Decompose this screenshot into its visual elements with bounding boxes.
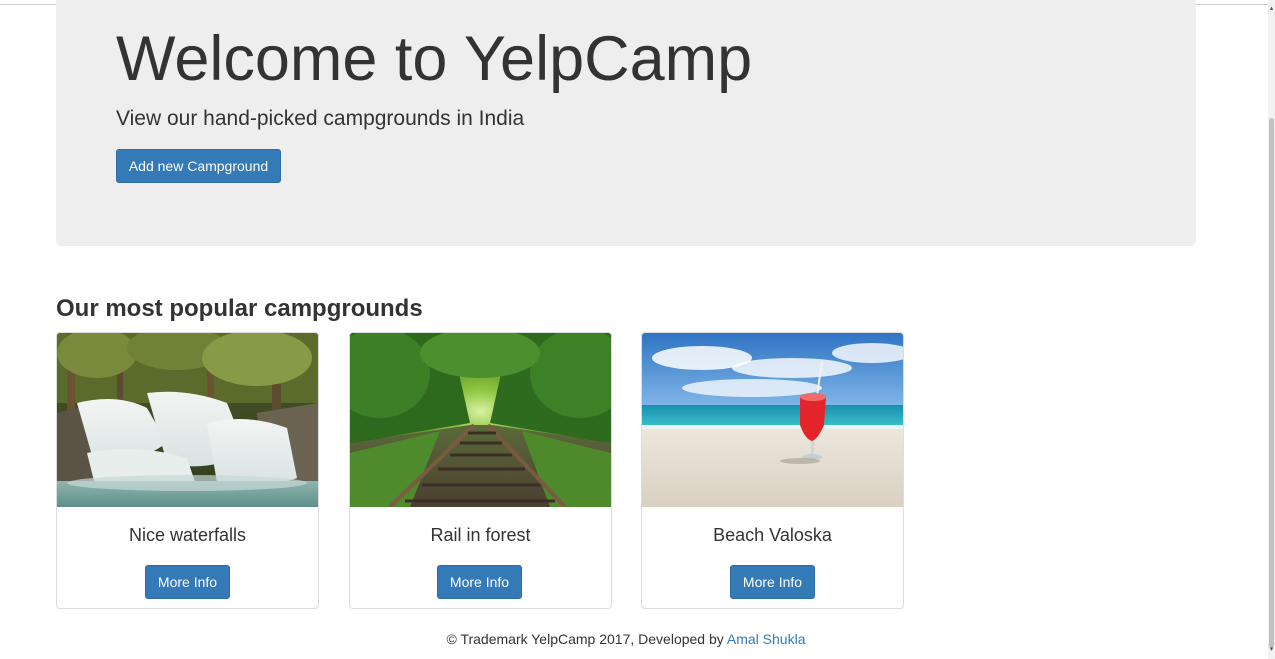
- section-heading: Our most popular campgrounds: [56, 295, 423, 322]
- author-link[interactable]: Amal Shukla: [727, 631, 806, 647]
- campground-image-waterfall: [57, 333, 318, 507]
- campground-name: Rail in forest: [430, 525, 531, 545]
- more-info-button[interactable]: More Info: [730, 565, 815, 599]
- campground-card: Nice waterfalls More Info: [56, 332, 319, 609]
- scroll-up-arrow-icon[interactable]: ▴: [1269, 5, 1274, 12]
- campground-card: Rail in forest More Info: [349, 332, 612, 609]
- campground-image-beach: [642, 333, 903, 507]
- campground-name: Beach Valoska: [713, 525, 832, 545]
- campground-name: Nice waterfalls: [128, 525, 247, 545]
- more-info-button[interactable]: More Info: [437, 565, 522, 599]
- footer: © Trademark YelpCamp 2017, Developed by …: [0, 629, 1252, 649]
- page-subtitle: View our hand-picked campgrounds in Indi…: [116, 107, 525, 130]
- campground-image-railway: [350, 333, 611, 507]
- add-campground-button[interactable]: Add new Campground: [116, 149, 281, 183]
- vertical-scrollbar[interactable]: ▴ ▾: [1268, 0, 1275, 659]
- scroll-down-arrow-icon[interactable]: ▾: [1269, 646, 1274, 653]
- scrollbar-thumb[interactable]: [1269, 118, 1274, 648]
- page-title: Welcome to YelpCamp: [116, 24, 753, 94]
- more-info-button[interactable]: More Info: [145, 565, 230, 599]
- footer-text: © Trademark YelpCamp 2017, Developed by: [446, 631, 727, 647]
- campground-card: Beach Valoska More Info: [641, 332, 904, 609]
- page: Welcome to YelpCamp View our hand-picked…: [0, 0, 1275, 659]
- jumbotron: Welcome to YelpCamp View our hand-picked…: [56, 0, 1196, 246]
